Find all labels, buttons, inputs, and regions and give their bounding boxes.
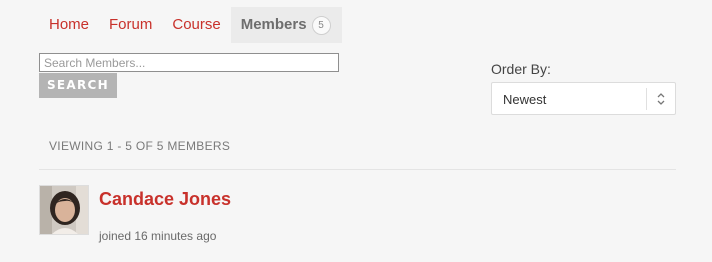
member-name-link[interactable]: Candace Jones (99, 189, 231, 210)
member-joined-text: joined 16 minutes ago (99, 229, 217, 243)
tab-course[interactable]: Course (162, 7, 230, 43)
search-button[interactable]: SEARCH (39, 73, 117, 98)
avatar[interactable] (39, 185, 89, 235)
viewing-count-text: VIEWING 1 - 5 OF 5 MEMBERS (49, 139, 231, 153)
members-nav-tabs: Home Forum Course Members 5 (39, 7, 342, 43)
tab-members[interactable]: Members 5 (230, 7, 342, 43)
divider (39, 169, 676, 170)
members-count-badge: 5 (311, 16, 331, 35)
order-by-selected-value: Newest (503, 92, 547, 107)
avatar-photo-icon (40, 186, 88, 234)
select-updown-icon (657, 93, 665, 105)
select-divider (646, 88, 647, 110)
search-members-input[interactable] (39, 53, 339, 72)
tab-members-label: Members (240, 16, 307, 33)
order-by-label: Order By: (491, 61, 551, 77)
tab-forum[interactable]: Forum (99, 7, 162, 43)
order-by-select[interactable]: Newest (491, 82, 676, 115)
tab-home[interactable]: Home (39, 7, 99, 43)
